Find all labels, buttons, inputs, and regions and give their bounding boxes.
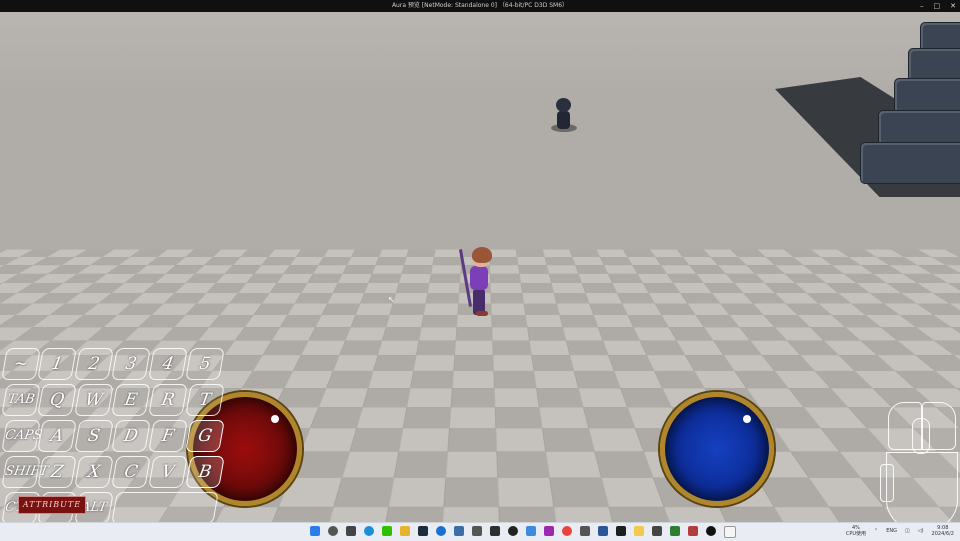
rider-icon[interactable] — [508, 526, 518, 536]
player-character — [458, 247, 498, 319]
chevron-up-icon[interactable]: ⌃ — [874, 528, 878, 534]
app-icon[interactable] — [652, 526, 662, 536]
network-icon[interactable]: ◫ — [905, 528, 910, 534]
distance-fog — [0, 12, 960, 92]
key-z[interactable]: Z — [37, 456, 77, 488]
key-r[interactable]: R — [148, 384, 188, 416]
window-title: Aura 预览 [NetMode: Standalone 0] （64-bit/… — [391, 2, 569, 9]
key-2[interactable]: 2 — [74, 348, 114, 380]
system-tray: 4% CPU使用 ⌃ ENG ◫ ◁) 9:08 2024/6/2 — [846, 525, 954, 537]
key-q[interactable]: Q — [37, 384, 77, 416]
maximize-button[interactable]: □ — [934, 0, 941, 12]
key-3[interactable]: 3 — [111, 348, 151, 380]
key-x[interactable]: X — [74, 456, 114, 488]
clock-date: 2024/6/2 — [931, 531, 954, 537]
key-5[interactable]: 5 — [185, 348, 225, 380]
unreal-icon[interactable] — [706, 526, 716, 536]
key-s[interactable]: S — [74, 420, 114, 452]
game-viewport[interactable]: ↖ ~ 1 2 3 4 5 TAB Q W E R T CAPS A S D F… — [0, 12, 960, 522]
file-explorer-icon[interactable] — [400, 526, 410, 536]
clock[interactable]: 9:08 2024/6/2 — [932, 525, 954, 537]
mouse-cursor-icon: ↖ — [388, 295, 395, 304]
key-e[interactable]: E — [111, 384, 151, 416]
search-icon[interactable] — [328, 526, 338, 536]
key-f[interactable]: F — [148, 420, 188, 452]
app-icon[interactable] — [580, 526, 590, 536]
cpu-monitor[interactable]: 4% CPU使用 — [846, 525, 866, 537]
minimize-button[interactable]: – — [920, 0, 924, 12]
key-1[interactable]: 1 — [37, 348, 77, 380]
windows-start-icon[interactable] — [310, 526, 320, 536]
app-icon[interactable] — [598, 526, 608, 536]
attribute-button[interactable]: ATTRIBUTE — [18, 496, 86, 514]
language-indicator[interactable]: ENG — [886, 528, 897, 534]
task-view-icon[interactable] — [346, 526, 356, 536]
app-icon[interactable] — [454, 526, 464, 536]
chrome-icon[interactable] — [562, 526, 572, 536]
terminal-icon[interactable] — [616, 526, 626, 536]
window-title-bar: Aura 预览 [NetMode: Standalone 0] （64-bit/… — [0, 0, 960, 12]
enemy-goblin[interactable] — [551, 98, 577, 134]
key-w[interactable]: W — [74, 384, 114, 416]
key-tab[interactable]: TAB — [1, 384, 41, 416]
key-d[interactable]: D — [111, 420, 151, 452]
app-icon[interactable] — [544, 526, 554, 536]
app-icon[interactable] — [472, 526, 482, 536]
typora-icon[interactable] — [724, 526, 736, 538]
app-icon[interactable] — [436, 526, 446, 536]
taskbar-icons — [310, 526, 736, 538]
key-caps[interactable]: CAPS — [1, 420, 43, 452]
key-a[interactable]: A — [37, 420, 77, 452]
key-shift[interactable]: SHIFT — [1, 456, 49, 488]
key-g[interactable]: G — [185, 420, 225, 452]
mouse-icon — [880, 402, 960, 522]
key-c[interactable]: C — [111, 456, 151, 488]
folder-icon[interactable] — [634, 526, 644, 536]
app-icon[interactable] — [418, 526, 428, 536]
app-icon[interactable] — [490, 526, 500, 536]
volume-icon[interactable]: ◁) — [918, 528, 924, 534]
window-controls: – □ ✕ — [920, 0, 956, 12]
key-b[interactable]: B — [185, 456, 225, 488]
key-v[interactable]: V — [148, 456, 188, 488]
taskbar: 4% CPU使用 ⌃ ENG ◫ ◁) 9:08 2024/6/2 — [0, 522, 960, 541]
app-icon[interactable] — [670, 526, 680, 536]
wechat-icon[interactable] — [382, 526, 392, 536]
stone-stairs — [850, 22, 960, 187]
key-tilde[interactable]: ~ — [1, 348, 41, 380]
app-icon[interactable] — [688, 526, 698, 536]
key-t[interactable]: T — [185, 384, 225, 416]
close-button[interactable]: ✕ — [950, 0, 956, 12]
vscode-icon[interactable] — [526, 526, 536, 536]
keyboard-overlay: ~ 1 2 3 4 5 TAB Q W E R T CAPS A S D F G… — [0, 346, 225, 522]
mana-globe — [660, 392, 774, 506]
key-4[interactable]: 4 — [148, 348, 188, 380]
cpu-label: CPU使用 — [845, 531, 867, 537]
key-space[interactable] — [111, 492, 219, 522]
edge-icon[interactable] — [364, 526, 374, 536]
